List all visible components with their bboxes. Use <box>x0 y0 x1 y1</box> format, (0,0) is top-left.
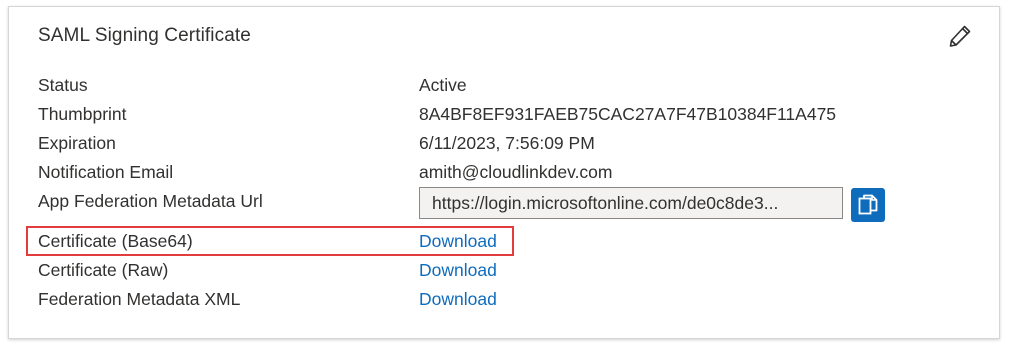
copy-url-button[interactable] <box>851 188 885 222</box>
expiration-value: 6/11/2023, 7:56:09 PM <box>419 133 595 153</box>
pencil-icon <box>949 25 971 47</box>
cert-raw-label: Certificate (Raw) <box>38 260 169 280</box>
saml-signing-certificate-card: SAML Signing Certificate Status Active T… <box>8 6 1000 339</box>
status-label: Status <box>38 75 88 95</box>
federation-xml-label: Federation Metadata XML <box>38 289 241 309</box>
expiration-label: Expiration <box>38 133 116 153</box>
notification-email-label: Notification Email <box>38 162 174 182</box>
copy-icon <box>858 194 878 215</box>
edit-button[interactable] <box>947 23 973 49</box>
metadata-url-field[interactable] <box>419 187 843 219</box>
highlight-box <box>26 226 514 256</box>
metadata-url-label: App Federation Metadata Url <box>38 191 263 211</box>
federation-xml-download-link[interactable]: Download <box>419 289 497 310</box>
notification-email-value: amith@cloudlinkdev.com <box>419 162 613 182</box>
thumbprint-label: Thumbprint <box>38 104 127 124</box>
status-value: Active <box>419 75 467 95</box>
cert-raw-download-link[interactable]: Download <box>419 260 497 281</box>
card-title: SAML Signing Certificate <box>38 25 251 46</box>
thumbprint-value: 8A4BF8EF931FAEB75CAC27A7F47B10384F11A475 <box>419 104 837 124</box>
